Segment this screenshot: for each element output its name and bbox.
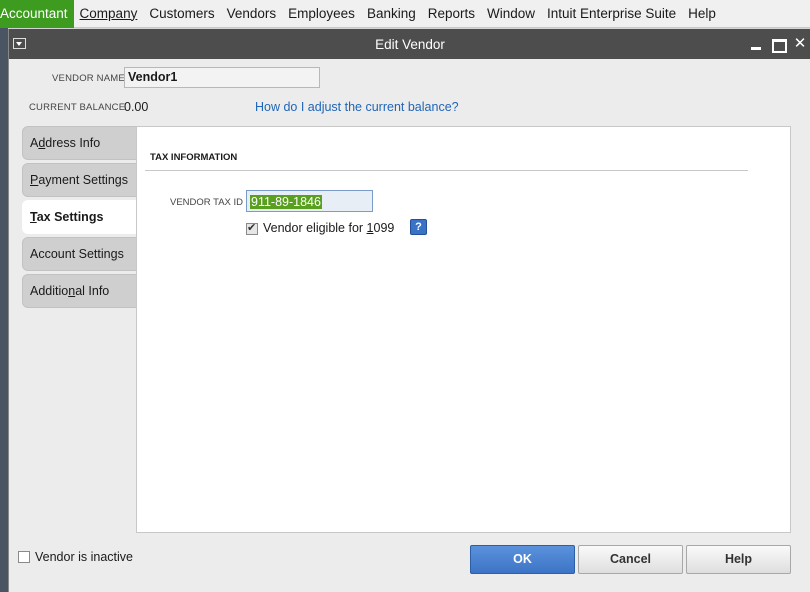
close-icon[interactable]: ✕ <box>791 34 809 54</box>
tab-label-post: s <box>117 247 124 261</box>
tab-label-post: dress Info <box>45 136 101 150</box>
tab-payment-settings[interactable]: Payment Settings <box>22 163 138 197</box>
adjust-balance-help-link[interactable]: How do I adjust the current balance? <box>255 100 459 114</box>
tax-information-heading: TAX INFORMATION <box>150 152 238 163</box>
cancel-button[interactable]: Cancel <box>578 545 683 574</box>
vendor-inactive-label[interactable]: Vendor is inactive <box>35 550 133 564</box>
tab-address-info[interactable]: Address Info <box>22 126 138 160</box>
tab-label-post: ax Settings <box>36 210 104 224</box>
eligible-1099-label[interactable]: Vendor eligible for 1099 <box>263 221 394 235</box>
tab-label-pre: Account Settin <box>30 247 111 261</box>
section-divider <box>145 170 748 171</box>
vendor-tax-id-field[interactable]: 911-89-1846 <box>246 190 373 212</box>
vendor-tax-id-value: 911-89-1846 <box>250 195 322 209</box>
maximize-icon[interactable] <box>769 34 787 54</box>
tax-settings-panel: TAX INFORMATION VENDOR TAX ID 911-89-184… <box>136 126 791 533</box>
menu-accountant[interactable]: Accountant <box>0 0 74 28</box>
minimize-icon[interactable] <box>747 34 765 54</box>
vendor-inactive-checkbox[interactable] <box>18 551 30 563</box>
menu-vendors[interactable]: Vendors <box>221 0 283 28</box>
vendor-name-field[interactable]: Vendor1 <box>124 67 320 88</box>
edit-vendor-dialog: Edit Vendor ✕ VENDOR NAME Vendor1 CURREN… <box>8 29 810 592</box>
menu-banking[interactable]: Banking <box>361 0 422 28</box>
eligible-1099-label-accel: 1 <box>366 221 374 235</box>
menu-window[interactable]: Window <box>481 0 541 28</box>
window-title: Edit Vendor <box>375 37 445 52</box>
title-bar[interactable]: Edit Vendor ✕ <box>9 29 810 59</box>
tab-label-accel: g <box>110 247 118 261</box>
menu-help[interactable]: Help <box>682 0 722 28</box>
menu-company-label: Company <box>79 5 138 21</box>
menu-bar: Accountant Company Customers Vendors Emp… <box>0 0 810 28</box>
tab-label-post: ayment Settings <box>38 173 128 187</box>
menu-company[interactable]: Company <box>74 0 144 28</box>
tab-tax-settings[interactable]: Tax Settings <box>22 200 140 234</box>
help-button[interactable]: Help <box>686 545 791 574</box>
menu-customers[interactable]: Customers <box>143 0 220 28</box>
question-help-icon[interactable]: ? <box>410 219 427 235</box>
vendor-tax-id-label: VENDOR TAX ID <box>170 197 244 208</box>
tab-label-pre: Additio <box>30 284 69 298</box>
checkmark-icon: ✔ <box>247 222 257 234</box>
menu-employees[interactable]: Employees <box>282 0 361 28</box>
ok-button[interactable]: OK <box>470 545 575 574</box>
menu-intuit-enterprise-suite[interactable]: Intuit Enterprise Suite <box>541 0 682 28</box>
current-balance-label: CURRENT BALANCE <box>29 102 126 113</box>
eligible-1099-checkbox[interactable]: ✔ <box>246 222 258 235</box>
tab-additional-info[interactable]: Additional Info <box>22 274 138 308</box>
background-app-edge <box>0 28 8 592</box>
eligible-1099-label-post: 099 <box>373 221 395 235</box>
tab-account-settings[interactable]: Account Settings <box>22 237 138 271</box>
menu-reports[interactable]: Reports <box>422 0 481 28</box>
tab-label-accel: T <box>30 210 37 224</box>
vendor-name-label: VENDOR NAME <box>52 73 125 84</box>
current-balance-value: 0.00 <box>124 100 149 114</box>
tab-label-post: al Info <box>75 284 110 298</box>
eligible-1099-label-pre: Vendor eligible for <box>263 221 367 235</box>
